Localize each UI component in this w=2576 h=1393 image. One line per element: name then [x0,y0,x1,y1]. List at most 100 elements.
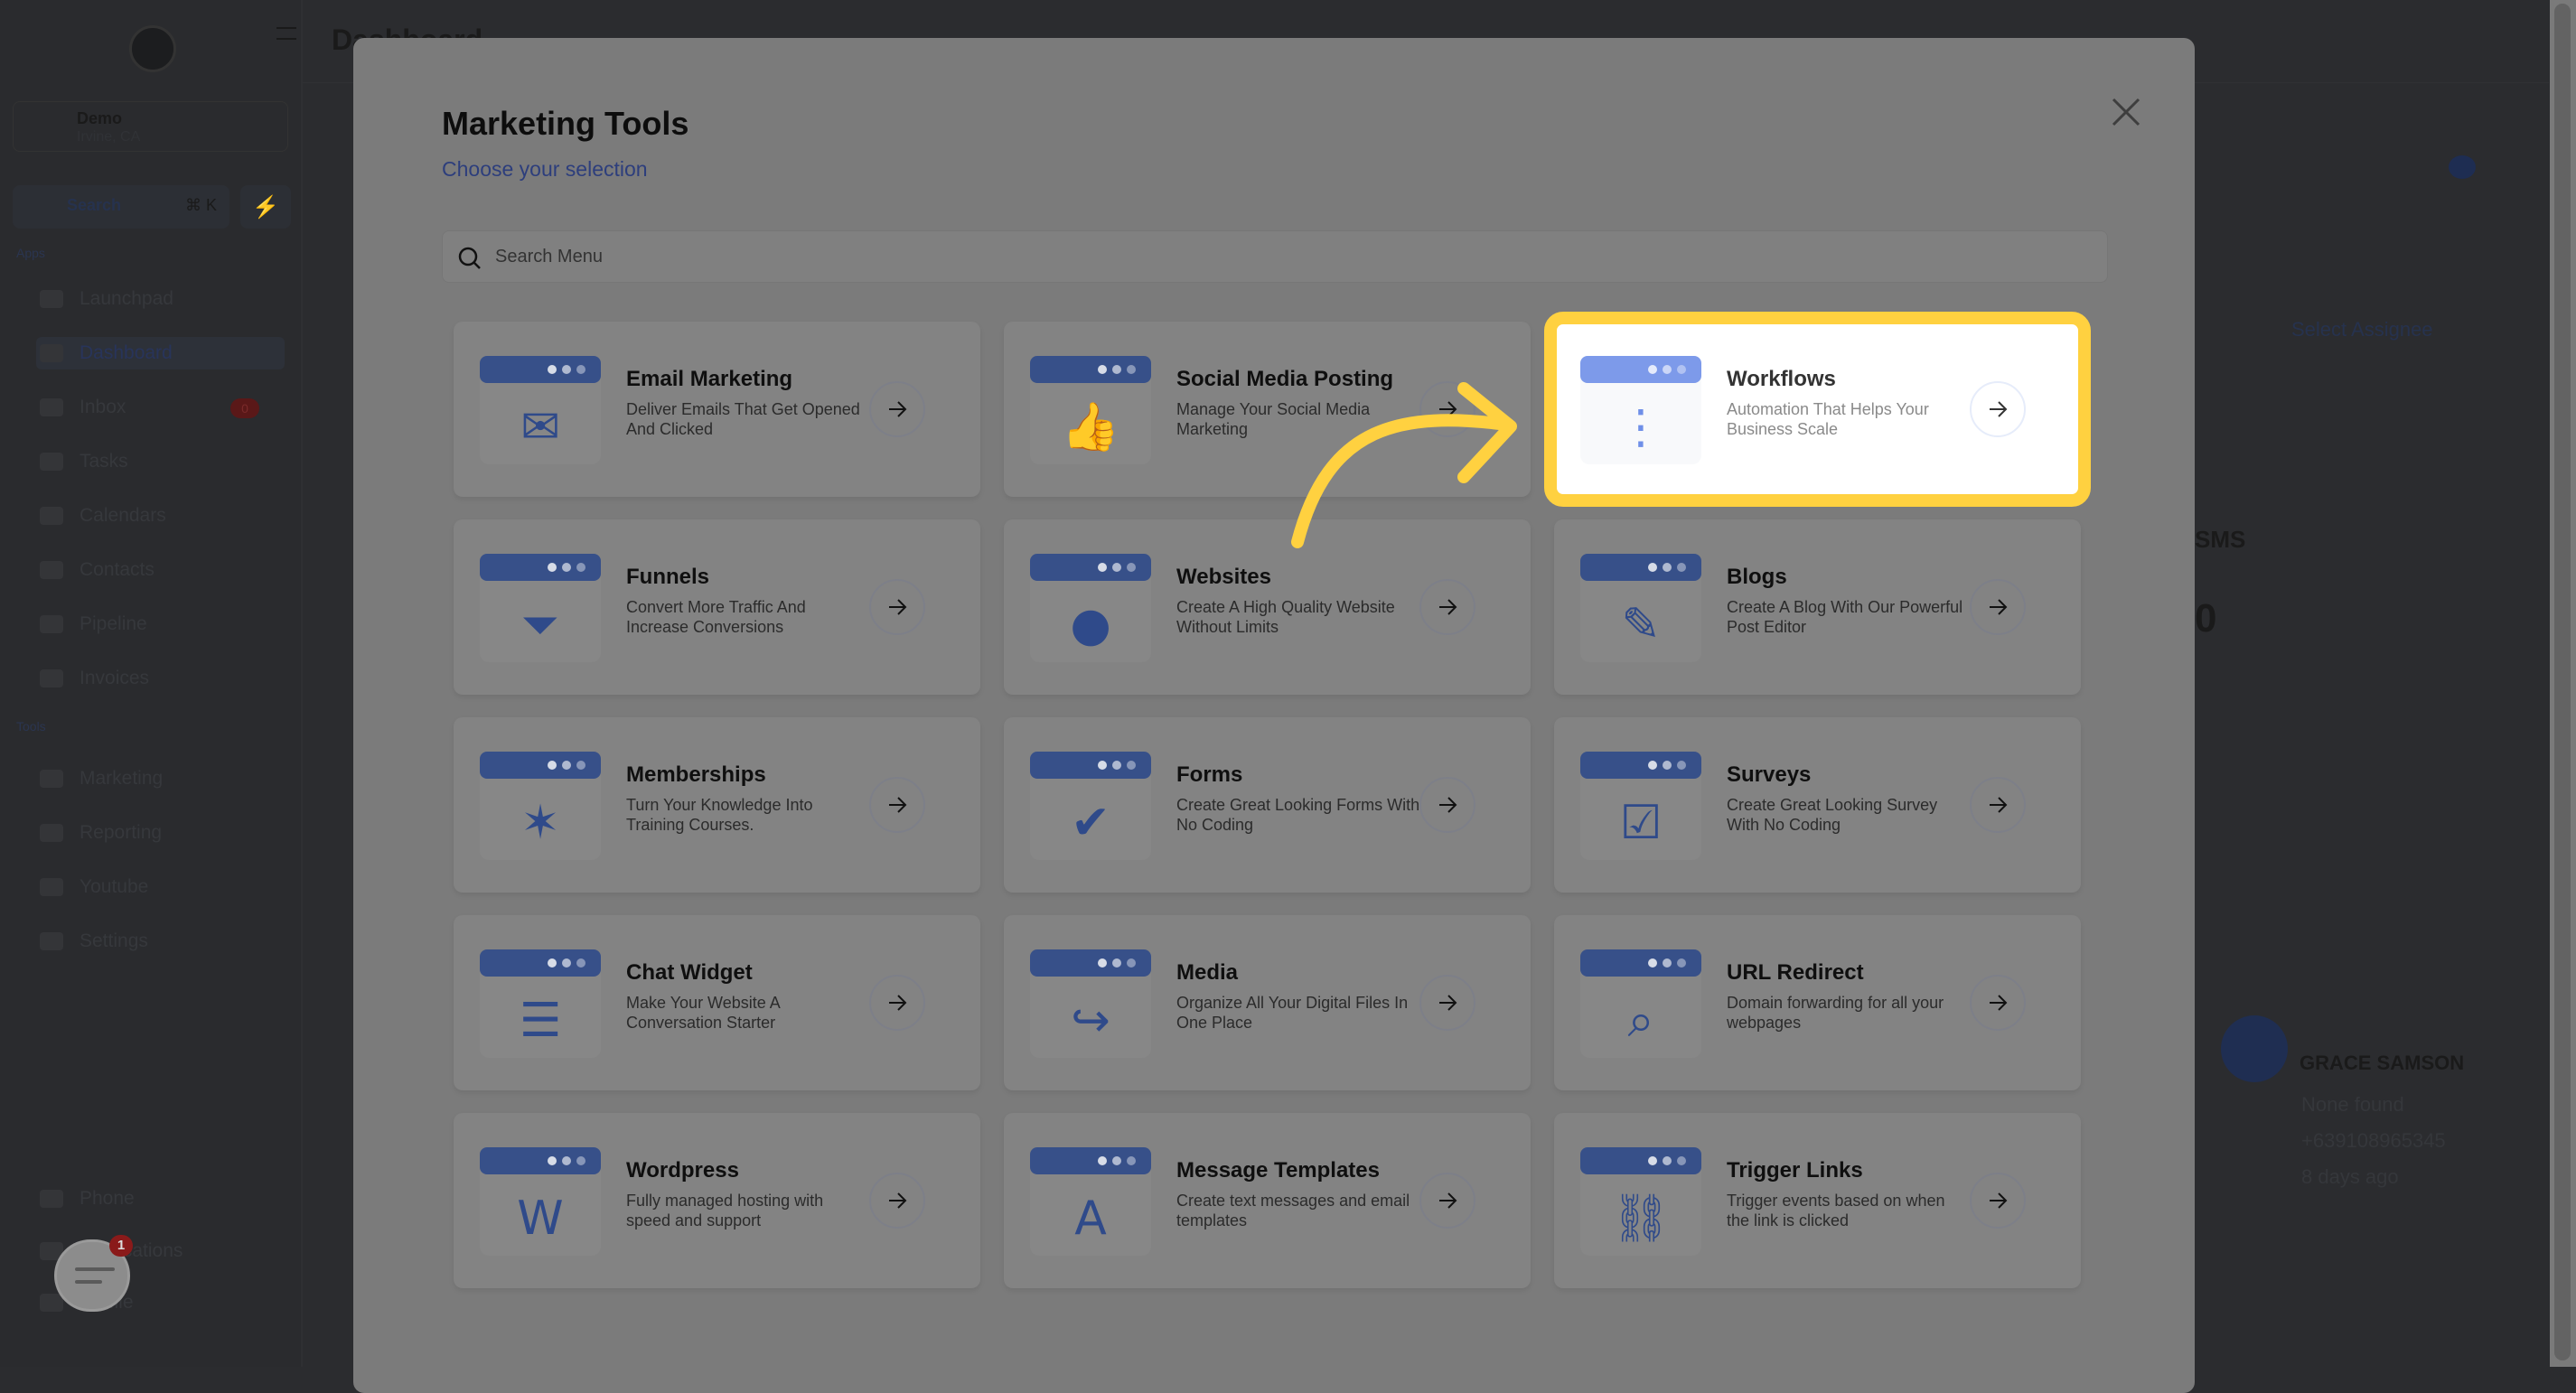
arrow-right-icon[interactable] [1419,381,1475,437]
contacts-icon [40,561,63,579]
location-switcher[interactable]: Demo Irvine, CA [13,101,288,152]
sidebar-item-dashboard[interactable]: Dashboard [36,337,285,369]
tool-card-blogs[interactable]: ✎ Blogs Create A Blog With Our Powerful Po… [1554,519,2081,695]
sidebar-item-tasks[interactable]: Tasks [36,445,285,478]
sidebar-item-label: Settings [80,930,148,951]
sidebar-item-invoices[interactable]: Invoices [36,662,285,695]
tools-section-label: Tools [16,719,46,734]
sms-count: 0 [2195,596,2217,640]
sidebar-item-phone[interactable]: Phone [36,1183,285,1215]
sidebar-item-calendars[interactable]: Calendars [36,500,285,532]
tool-card-url-redirect[interactable]: ⌕ URL Redirect Domain forwarding for all y… [1554,915,2081,1090]
pipeline-icon [40,615,63,633]
tool-title: Workflows [1727,367,1836,391]
arrow-right-icon[interactable] [869,975,925,1031]
chat-widget-button[interactable]: 1 [54,1235,133,1312]
contact-avatar [2221,1015,2288,1082]
arrow-right-icon[interactable] [1419,579,1475,635]
tool-title: Funnels [626,565,710,589]
svg-text:⋮: ⋮ [1617,400,1664,454]
sidebar-search[interactable]: Search ⌘ K [13,185,229,229]
tool-card-workflows[interactable]: ⋮ Workflows Automation That Helps Your Bus… [1544,312,2091,507]
survey-icon: ☑ [1580,752,1701,860]
arrow-right-icon[interactable] [1970,1173,2026,1229]
tool-card-social-media-posting[interactable]: 👍 Social Media Posting Manage Your Social … [1004,322,1531,497]
form-icon: ✔ [1030,752,1151,860]
apps-section-label: Apps [16,246,45,260]
search-menu-input[interactable] [495,231,2031,282]
location-address: Irvine, CA [77,129,141,145]
settings-icon [40,932,63,950]
arrow-right-icon[interactable] [1419,777,1475,833]
tool-card-email-marketing[interactable]: ✉ Email Marketing Deliver Emails That Get … [454,322,980,497]
invoices-icon [40,669,63,687]
profile-icon [40,1294,63,1312]
assignee-select[interactable]: Select Assignee [2291,318,2433,341]
tool-card-forms[interactable]: ✔ Forms Create Great Looking Forms With No… [1004,717,1531,893]
arrow-right-icon[interactable] [1419,1173,1475,1229]
tool-title: Email Marketing [626,367,793,391]
tool-card-message-templates[interactable]: A Message Templates Create text messages a… [1004,1113,1531,1288]
quick-action-bolt-icon[interactable]: ⚡ [240,185,291,229]
tool-card-surveys[interactable]: ☑ Surveys Create Great Looking Survey With… [1554,717,2081,893]
arrow-right-icon[interactable] [1970,975,2026,1031]
arrow-right-icon[interactable] [869,579,925,635]
palette-icon[interactable] [2449,155,2476,179]
marketing-icon [40,770,63,788]
calendars-icon [40,507,63,525]
contact-time: 8 days ago [2301,1165,2399,1188]
svg-text:✔: ✔ [1071,796,1110,850]
sidebar-item-label: Contacts [80,559,155,580]
youtube-icon [40,878,63,896]
close-icon[interactable] [2108,94,2144,130]
arrow-right-icon[interactable] [869,381,925,437]
svg-text:⌕: ⌕ [1627,994,1653,1048]
dashboard-icon [40,344,63,362]
tool-card-chat-widget[interactable]: ☰ Chat Widget Make Your Website A Conversa… [454,915,980,1090]
search-shortcut: ⌘ K [184,196,217,214]
membership-icon: ✶ [480,752,601,860]
sidebar-item-pipeline[interactable]: Pipeline [36,608,285,640]
tool-title: URL Redirect [1727,960,1864,985]
sidebar-item-label: Invoices [80,668,150,688]
tool-card-funnels[interactable]: ⏷ Funnels Convert More Traffic And Increas… [454,519,980,695]
sidebar-item-youtube[interactable]: Youtube [36,871,285,903]
menu-toggle-icon[interactable] [276,27,296,40]
tool-description: Turn Your Knowledge Into Training Course… [626,796,813,834]
svg-text:A: A [1074,1192,1107,1246]
tool-card-media[interactable]: ↪ Media Organize All Your Digital Files In… [1004,915,1531,1090]
tool-description: Create Great Looking Survey With No Codi… [1727,796,1938,834]
email-icon: ✉ [480,356,601,464]
arrow-right-icon[interactable] [869,1173,925,1229]
inbox-count-badge: 0 [230,398,259,418]
tool-card-wordpress[interactable]: W Wordpress Fully managed hosting with spe… [454,1113,980,1288]
arrow-right-icon[interactable] [1970,777,2026,833]
arrow-right-icon[interactable] [1970,381,2026,437]
svg-text:☰: ☰ [520,994,562,1048]
tool-description: Domain forwarding for all your webpages [1727,994,1944,1032]
sidebar-item-contacts[interactable]: Contacts [36,554,285,586]
svg-text:⛓: ⛓ [1611,1192,1671,1246]
svg-text:✎: ✎ [1621,598,1661,652]
svg-text:↪: ↪ [1071,994,1110,1048]
contact-name[interactable]: GRACE SAMSON [2300,1052,2464,1075]
arrow-right-icon[interactable] [869,777,925,833]
tool-card-trigger-links[interactable]: ⛓ Trigger Links Trigger events based on wh… [1554,1113,2081,1288]
arrow-right-icon[interactable] [1970,579,2026,635]
sidebar-item-marketing[interactable]: Marketing [36,762,285,795]
tool-card-websites[interactable]: ● Websites Create A High Quality Website W… [1004,519,1531,695]
sidebar-item-reporting[interactable]: Reporting [36,817,285,849]
wordpress-icon: W [480,1147,601,1256]
www-magnifier-icon: ⌕ [1580,949,1701,1058]
search-menu-field[interactable] [442,230,2108,283]
sidebar-item-launchpad[interactable]: Launchpad [36,283,285,315]
tool-description: Create Great Looking Forms With No Codin… [1176,796,1420,834]
arrow-right-icon[interactable] [1419,975,1475,1031]
message-template-icon: A [1030,1147,1151,1256]
tool-description: Convert More Traffic And Increase Conver… [626,598,806,636]
tool-card-memberships[interactable]: ✶ Memberships Turn Your Knowledge Into Tra… [454,717,980,893]
sidebar-item-inbox[interactable]: Inbox 0 [36,391,285,424]
page-scrollbar[interactable] [2550,0,2576,1367]
sidebar-item-settings[interactable]: Settings [36,925,285,958]
reporting-icon [40,824,63,842]
